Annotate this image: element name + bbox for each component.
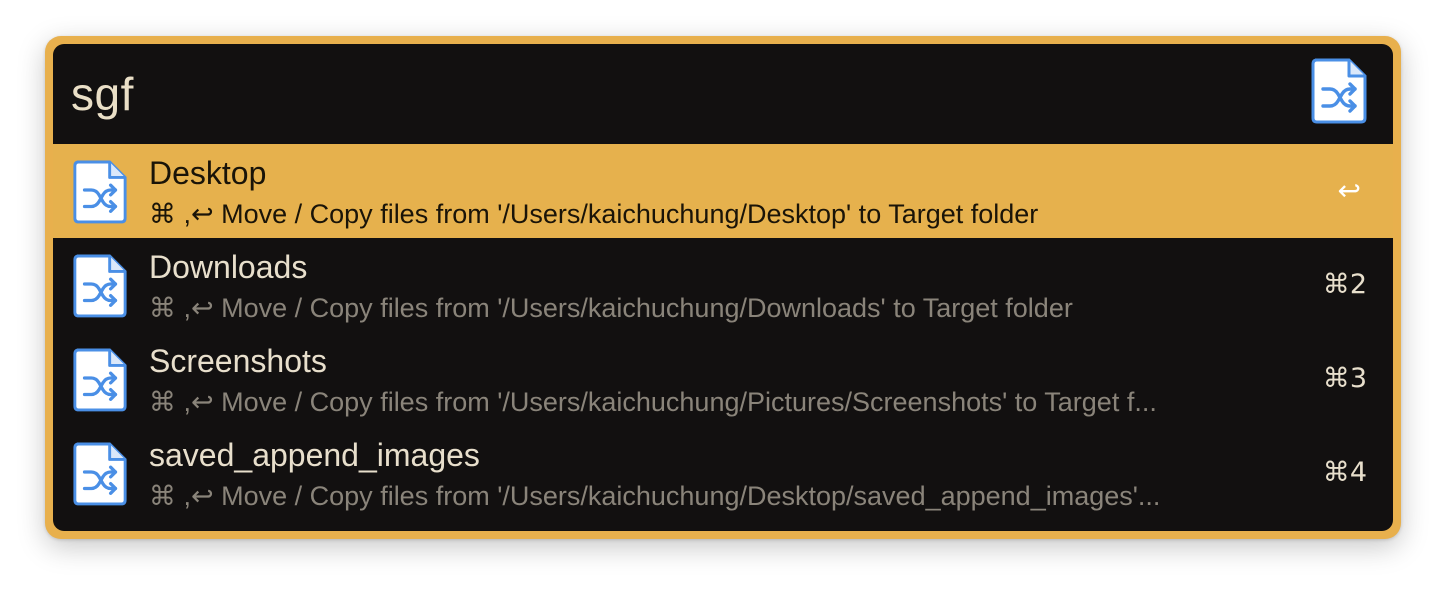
result-row-screenshots[interactable]: Screenshots ⌘ ,↩ Move / Copy files from … [53, 332, 1393, 426]
result-title: Screenshots [149, 343, 327, 379]
result-title: saved_append_images [149, 437, 480, 473]
result-row-desktop[interactable]: Desktop ⌘ ,↩ Move / Copy files from '/Us… [53, 144, 1393, 238]
shuffle-file-icon [73, 348, 127, 412]
shuffle-file-icon [73, 160, 127, 224]
launcher-window: sgf Desktop ⌘ ,↩ Move / Copy files from … [53, 44, 1393, 531]
cmd-4-shortcut: ⌘4 [1322, 457, 1367, 488]
result-subtitle: ⌘ ,↩ Move / Copy files from '/Users/kaic… [149, 481, 1161, 511]
result-row-downloads[interactable]: Downloads ⌘ ,↩ Move / Copy files from '/… [53, 238, 1393, 332]
result-title: Downloads [149, 249, 308, 285]
result-subtitle: ⌘ ,↩ Move / Copy files from '/Users/kaic… [149, 199, 1039, 229]
results-list: Desktop ⌘ ,↩ Move / Copy files from '/Us… [53, 144, 1393, 520]
result-subtitle: ⌘ ,↩ Move / Copy files from '/Users/kaic… [149, 293, 1073, 323]
return-key-shortcut: ↩ [1337, 174, 1361, 207]
launcher-frame: sgf Desktop ⌘ ,↩ Move / Copy files from … [45, 36, 1401, 539]
result-title: Desktop [149, 155, 267, 191]
shuffle-file-icon [73, 442, 127, 506]
shuffle-file-icon [1311, 58, 1367, 124]
search-input[interactable]: sgf [71, 66, 134, 122]
result-row-saved-append-images[interactable]: saved_append_images ⌘ ,↩ Move / Copy fil… [53, 426, 1393, 520]
search-bar[interactable]: sgf [53, 44, 1393, 144]
result-subtitle: ⌘ ,↩ Move / Copy files from '/Users/kaic… [149, 387, 1157, 417]
cmd-2-shortcut: ⌘2 [1322, 269, 1367, 300]
cmd-3-shortcut: ⌘3 [1322, 363, 1367, 394]
shuffle-file-icon [73, 254, 127, 318]
